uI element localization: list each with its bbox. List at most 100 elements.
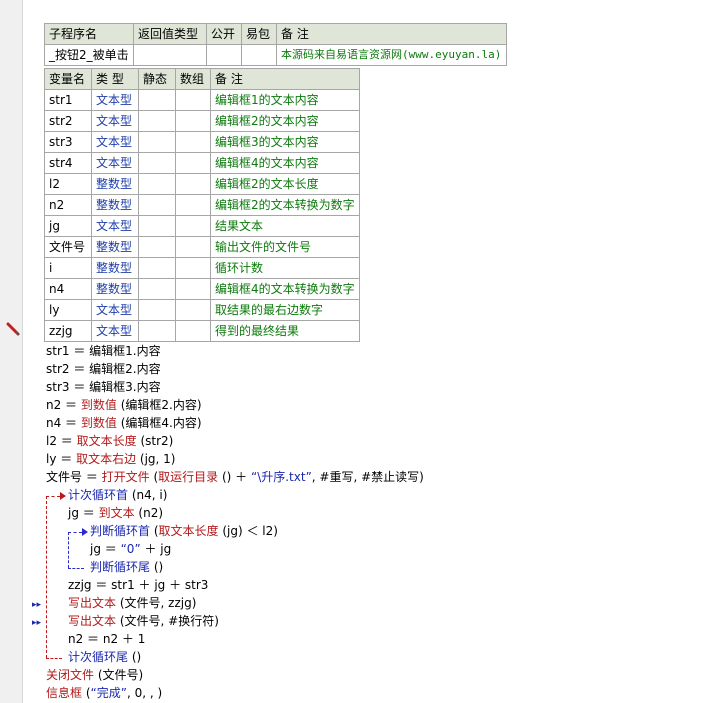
code-line[interactable]: str2 ＝ 编辑框2.内容 (46, 360, 161, 378)
subroutine-public[interactable] (206, 44, 242, 66)
variable-type[interactable]: 文本型 (91, 299, 139, 321)
variable-static[interactable] (138, 131, 176, 153)
variable-row[interactable]: 文件号 整数型 输出文件的文件号 (44, 236, 360, 258)
variable-note[interactable]: 结果文本 (210, 215, 360, 237)
variable-row[interactable]: zzjg 文本型 得到的最终结果 (44, 320, 360, 342)
variable-note[interactable]: 编辑框3的文本内容 (210, 131, 360, 153)
variable-static[interactable] (138, 173, 176, 195)
variable-array[interactable] (175, 152, 211, 174)
code-line[interactable]: 判断循环首 (取文本长度 (jg) ＜ l2) (90, 522, 278, 540)
code-line[interactable]: 判断循环尾 () (90, 558, 163, 576)
variable-static[interactable] (138, 320, 176, 342)
code-line[interactable]: l2 ＝ 取文本长度 (str2) (46, 432, 173, 450)
variable-static[interactable] (138, 215, 176, 237)
variable-array[interactable] (175, 131, 211, 153)
variable-row[interactable]: n2 整数型 编辑框2的文本转换为数字 (44, 194, 360, 216)
variable-note[interactable]: 编辑框4的文本内容 (210, 152, 360, 174)
code-line[interactable]: 信息框 (“完成”, 0, , ) (46, 684, 162, 702)
code-line[interactable]: n2 ＝ n2 ＋ 1 (68, 630, 145, 648)
code-line[interactable]: 文件号 ＝ 打开文件 (取运行目录 () ＋ “\升序.txt”, #重写, #… (46, 468, 424, 486)
variable-static[interactable] (138, 110, 176, 132)
code-line[interactable]: n2 ＝ 到数值 (编辑框2.内容) (46, 396, 202, 414)
variable-row[interactable]: jg 文本型 结果文本 (44, 215, 360, 237)
variable-name[interactable]: i (44, 257, 92, 279)
variable-array[interactable] (175, 320, 211, 342)
variable-note[interactable]: 取结果的最右边数字 (210, 299, 360, 321)
code-line[interactable]: str3 ＝ 编辑框3.内容 (46, 378, 161, 396)
variable-row[interactable]: str3 文本型 编辑框3的文本内容 (44, 131, 360, 153)
subroutine-note[interactable]: 本源码来自易语言资源网(www.eyuyan.la) (276, 44, 507, 66)
variable-row[interactable]: n4 整数型 编辑框4的文本转换为数字 (44, 278, 360, 300)
variable-row[interactable]: l2 整数型 编辑框2的文本长度 (44, 173, 360, 195)
variable-array[interactable] (175, 257, 211, 279)
variable-name[interactable]: str3 (44, 131, 92, 153)
subroutine-row[interactable]: _按钮2_被单击 本源码来自易语言资源网(www.eyuyan.la) (44, 44, 507, 66)
variable-array[interactable] (175, 194, 211, 216)
variable-array[interactable] (175, 110, 211, 132)
variable-type[interactable]: 文本型 (91, 131, 139, 153)
variable-type[interactable]: 文本型 (91, 89, 139, 111)
code-line[interactable]: 写出文本 (文件号, zzjg) (68, 594, 196, 612)
variable-static[interactable] (138, 236, 176, 258)
variable-array[interactable] (175, 278, 211, 300)
code-line[interactable]: n4 ＝ 到数值 (编辑框4.内容) (46, 414, 202, 432)
variable-type[interactable]: 文本型 (91, 215, 139, 237)
code-line[interactable]: 计次循环尾 () (68, 648, 141, 666)
variable-name[interactable]: 文件号 (44, 236, 92, 258)
variable-name[interactable]: zzjg (44, 320, 92, 342)
variable-array[interactable] (175, 215, 211, 237)
variable-type[interactable]: 文本型 (91, 320, 139, 342)
variable-name[interactable]: str1 (44, 89, 92, 111)
variable-static[interactable] (138, 257, 176, 279)
variable-note[interactable]: 编辑框2的文本长度 (210, 173, 360, 195)
variable-note[interactable]: 编辑框4的文本转换为数字 (210, 278, 360, 300)
variable-static[interactable] (138, 152, 176, 174)
variable-note[interactable]: 编辑框1的文本内容 (210, 89, 360, 111)
variable-array[interactable] (175, 89, 211, 111)
code-line[interactable]: jg ＝ “0” ＋ jg (90, 540, 171, 558)
variable-static[interactable] (138, 194, 176, 216)
variable-array[interactable] (175, 299, 211, 321)
variable-name[interactable]: jg (44, 215, 92, 237)
variable-row[interactable]: str4 文本型 编辑框4的文本内容 (44, 152, 360, 174)
code-line[interactable]: 关闭文件 (文件号) (46, 666, 143, 684)
code-line[interactable]: zzjg ＝ str1 ＋ jg ＋ str3 (68, 576, 208, 594)
variable-name[interactable]: str4 (44, 152, 92, 174)
variable-note[interactable]: 循环计数 (210, 257, 360, 279)
variable-array[interactable] (175, 173, 211, 195)
variable-row[interactable]: i 整数型 循环计数 (44, 257, 360, 279)
variable-type[interactable]: 文本型 (91, 110, 139, 132)
variable-note[interactable]: 输出文件的文件号 (210, 236, 360, 258)
variable-type[interactable]: 整数型 (91, 194, 139, 216)
breakpoint-icon[interactable]: ▸▸ (32, 600, 41, 610)
variable-array[interactable] (175, 236, 211, 258)
code-line[interactable]: 计次循环首 (n4, i) (68, 486, 167, 504)
variable-type[interactable]: 整数型 (91, 173, 139, 195)
variable-static[interactable] (138, 299, 176, 321)
variable-static[interactable] (138, 89, 176, 111)
subroutine-name[interactable]: _按钮2_被单击 (44, 44, 134, 66)
variable-row[interactable]: ly 文本型 取结果的最右边数字 (44, 299, 360, 321)
editor-gutter[interactable] (0, 0, 23, 703)
code-line[interactable]: jg ＝ 到文本 (n2) (68, 504, 163, 522)
variable-note[interactable]: 编辑框2的文本内容 (210, 110, 360, 132)
code-line[interactable]: 写出文本 (文件号, #换行符) (68, 612, 219, 630)
variable-note[interactable]: 得到的最终结果 (210, 320, 360, 342)
variable-row[interactable]: str2 文本型 编辑框2的文本内容 (44, 110, 360, 132)
subroutine-easy-pack[interactable] (241, 44, 277, 66)
code-line[interactable]: ly ＝ 取文本右边 (jg, 1) (46, 450, 176, 468)
subroutine-return-type[interactable] (133, 44, 207, 66)
variable-name[interactable]: str2 (44, 110, 92, 132)
variable-name[interactable]: ly (44, 299, 92, 321)
variable-row[interactable]: str1 文本型 编辑框1的文本内容 (44, 89, 360, 111)
variable-name[interactable]: l2 (44, 173, 92, 195)
variable-type[interactable]: 整数型 (91, 257, 139, 279)
variable-type[interactable]: 整数型 (91, 278, 139, 300)
variable-name[interactable]: n2 (44, 194, 92, 216)
breakpoint-icon[interactable]: ▸▸ (32, 618, 41, 628)
variable-static[interactable] (138, 278, 176, 300)
variable-note[interactable]: 编辑框2的文本转换为数字 (210, 194, 360, 216)
variable-type[interactable]: 整数型 (91, 236, 139, 258)
code-line[interactable]: str1 ＝ 编辑框1.内容 (46, 342, 161, 360)
variable-type[interactable]: 文本型 (91, 152, 139, 174)
